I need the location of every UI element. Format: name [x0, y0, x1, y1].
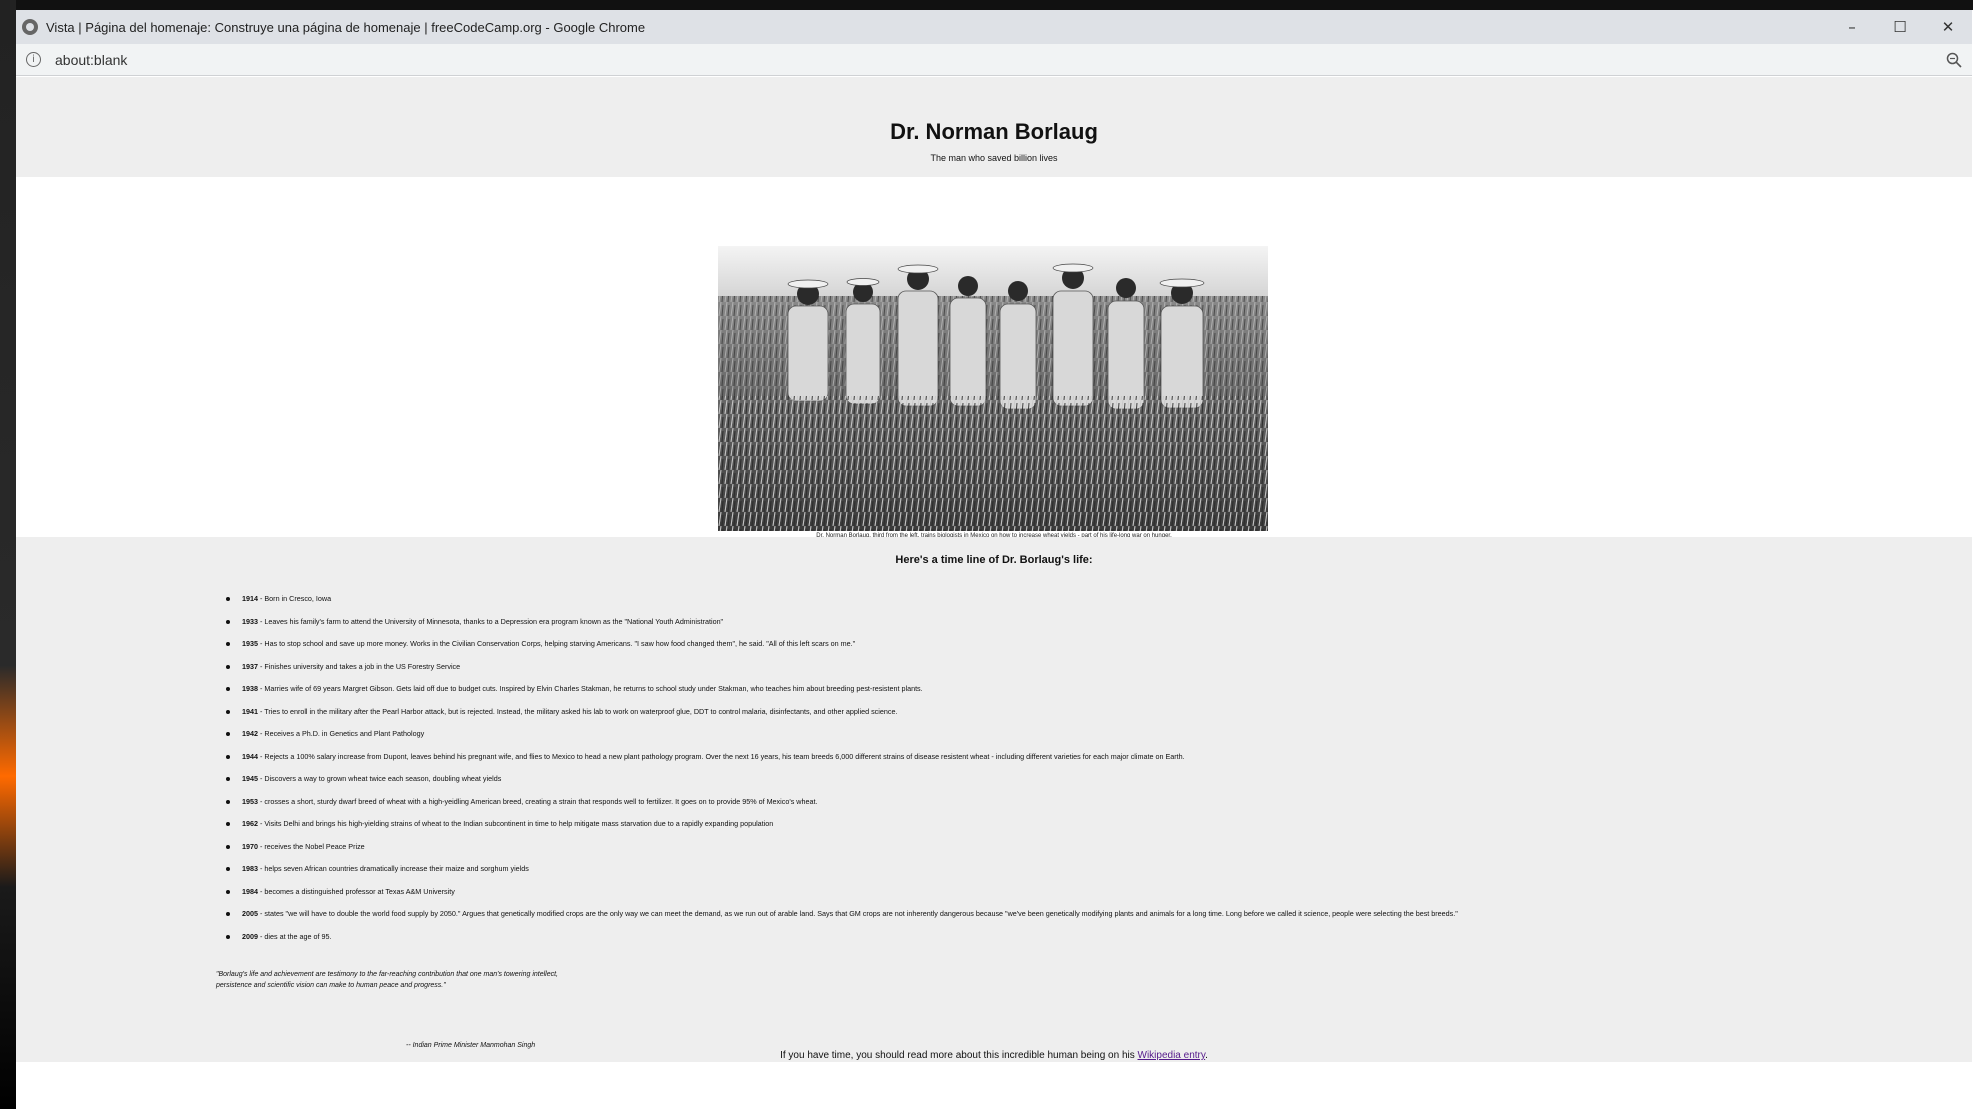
- timeline-year: 1933: [242, 616, 258, 626]
- quote: "Borlaug's life and achievement are test…: [216, 969, 558, 991]
- timeline-item: 2009 - dies at the age of 95.: [226, 932, 1458, 955]
- timeline-intro: Here's a time line of Dr. Borlaug's life…: [895, 554, 1093, 566]
- page-content: Dr. Norman Borlaug The man who saved bil…: [16, 77, 1972, 1109]
- timeline-year: 1962: [242, 819, 258, 828]
- timeline-text: - receives the Nobel Peace Prize: [258, 841, 365, 851]
- timeline-item: 2005 - states "we will have to double th…: [226, 909, 1458, 932]
- timeline-item: 1944 - Rejects a 100% salary increase fr…: [226, 752, 1458, 775]
- timeline-item: 1941 - Tries to enroll in the military a…: [226, 707, 1458, 730]
- timeline-year: 1944: [242, 751, 258, 761]
- timeline-year: 1945: [242, 774, 258, 783]
- image-section: Dr. Norman Borlaug, third from the left,…: [16, 177, 1972, 539]
- timeline-item: 1937 - Finishes university and takes a j…: [226, 662, 1458, 685]
- timeline-text: - Born in Cresco, Iowa: [258, 594, 332, 603]
- page-title: Dr. Norman Borlaug: [890, 119, 1098, 144]
- timeline-text: - becomes a distinguished professor at T…: [258, 886, 455, 896]
- timeline-year: 1941: [242, 706, 258, 716]
- timeline-year: 1942: [242, 729, 258, 738]
- minimize-button[interactable]: –: [1828, 10, 1876, 44]
- timeline-text: - Discovers a way to grown wheat twice e…: [258, 774, 502, 783]
- timeline-text: - helps seven African countries dramatic…: [258, 864, 529, 873]
- wikipedia-link[interactable]: Wikipedia entry: [1138, 1050, 1206, 1061]
- timeline-list: 1914 - Born in Cresco, Iowa 1933 - Leaves…: [226, 594, 1458, 954]
- address-bar: i about:blank: [16, 44, 1972, 76]
- timeline-text: - Tries to enroll in the military after …: [258, 706, 898, 716]
- timeline-item: 1942 - Receives a Ph.D. in Genetics and …: [226, 729, 1458, 752]
- timeline-year: 1935: [242, 639, 258, 648]
- quote-author: -- Indian Prime Minister Manmohan Singh: [406, 1042, 536, 1049]
- info-icon[interactable]: i: [26, 52, 41, 67]
- timeline-year: 2005: [242, 909, 258, 918]
- timeline-year: 1970: [242, 841, 258, 851]
- timeline-item: 1933 - Leaves his family's farm to atten…: [226, 617, 1458, 640]
- browser-logo-icon: [22, 19, 38, 35]
- timeline-year: 1983: [242, 864, 258, 873]
- footer-suffix: .: [1205, 1050, 1208, 1061]
- timeline-year: 1984: [242, 886, 258, 896]
- footer-prefix: If you have time, you should read more a…: [780, 1050, 1138, 1061]
- zoom-icon[interactable]: [1946, 52, 1962, 68]
- page-subtitle: The man who saved billion lives: [930, 153, 1058, 163]
- timeline-section: Here's a time line of Dr. Borlaug's life…: [16, 537, 1972, 1062]
- screen-top-edge: [0, 0, 1973, 10]
- timeline-text: - Finishes university and takes a job in…: [258, 661, 461, 671]
- timeline-year: 1914: [242, 594, 258, 603]
- timeline-year: 1953: [242, 796, 258, 806]
- timeline-item: 1970 - receives the Nobel Peace Prize: [226, 842, 1458, 865]
- timeline-text: - Rejects a 100% salary increase from Du…: [258, 751, 1185, 761]
- timeline-text: - Has to stop school and save up more mo…: [258, 639, 856, 648]
- tribute-header: Dr. Norman Borlaug The man who saved bil…: [16, 77, 1972, 177]
- timeline-item: 1935 - Has to stop school and save up mo…: [226, 639, 1458, 662]
- window-controls: – ☐ ✕: [1828, 10, 1972, 44]
- timeline-item: 1984 - becomes a distinguished professor…: [226, 887, 1458, 910]
- title-bar[interactable]: Vista | Página del homenaje: Construye u…: [16, 10, 1972, 44]
- timeline-text: - crosses a short, sturdy dwarf breed of…: [258, 796, 818, 806]
- browser-window: Vista | Página del homenaje: Construye u…: [16, 10, 1972, 1109]
- footer-text: If you have time, you should read more a…: [16, 1050, 1972, 1061]
- timeline-item: 1938 - Marries wife of 69 years Margret …: [226, 684, 1458, 707]
- quote-line: "Borlaug's life and achievement are test…: [216, 971, 558, 978]
- timeline-text: - Marries wife of 69 years Margret Gibso…: [258, 684, 923, 693]
- maximize-button[interactable]: ☐: [1876, 10, 1924, 44]
- close-button[interactable]: ✕: [1924, 10, 1972, 44]
- timeline-item: 1983 - helps seven African countries dra…: [226, 864, 1458, 887]
- quote-line: persistence and scientific vision can ma…: [216, 982, 446, 989]
- tribute-photo: [718, 246, 1268, 531]
- timeline-text: - states "we will have to double the wor…: [258, 909, 1458, 918]
- timeline-item: 1953 - crosses a short, sturdy dwarf bre…: [226, 797, 1458, 820]
- url-field[interactable]: about:blank: [55, 52, 127, 68]
- timeline-item: 1962 - Visits Delhi and brings his high-…: [226, 819, 1458, 842]
- window-title: Vista | Página del homenaje: Construye u…: [46, 19, 646, 35]
- timeline-text: - Leaves his family's farm to attend the…: [258, 616, 724, 626]
- timeline-item: 1945 - Discovers a way to grown wheat tw…: [226, 774, 1458, 797]
- timeline-year: 1938: [242, 684, 258, 693]
- timeline-text: - Receives a Ph.D. in Genetics and Plant…: [258, 729, 425, 738]
- desktop-left-edge: [0, 0, 16, 1109]
- timeline-text: - Visits Delhi and brings his high-yield…: [258, 819, 774, 828]
- timeline-year: 2009: [242, 931, 258, 941]
- timeline-year: 1937: [242, 661, 258, 671]
- timeline-text: - dies at the age of 95.: [258, 931, 332, 941]
- timeline-item: 1914 - Born in Cresco, Iowa: [226, 594, 1458, 617]
